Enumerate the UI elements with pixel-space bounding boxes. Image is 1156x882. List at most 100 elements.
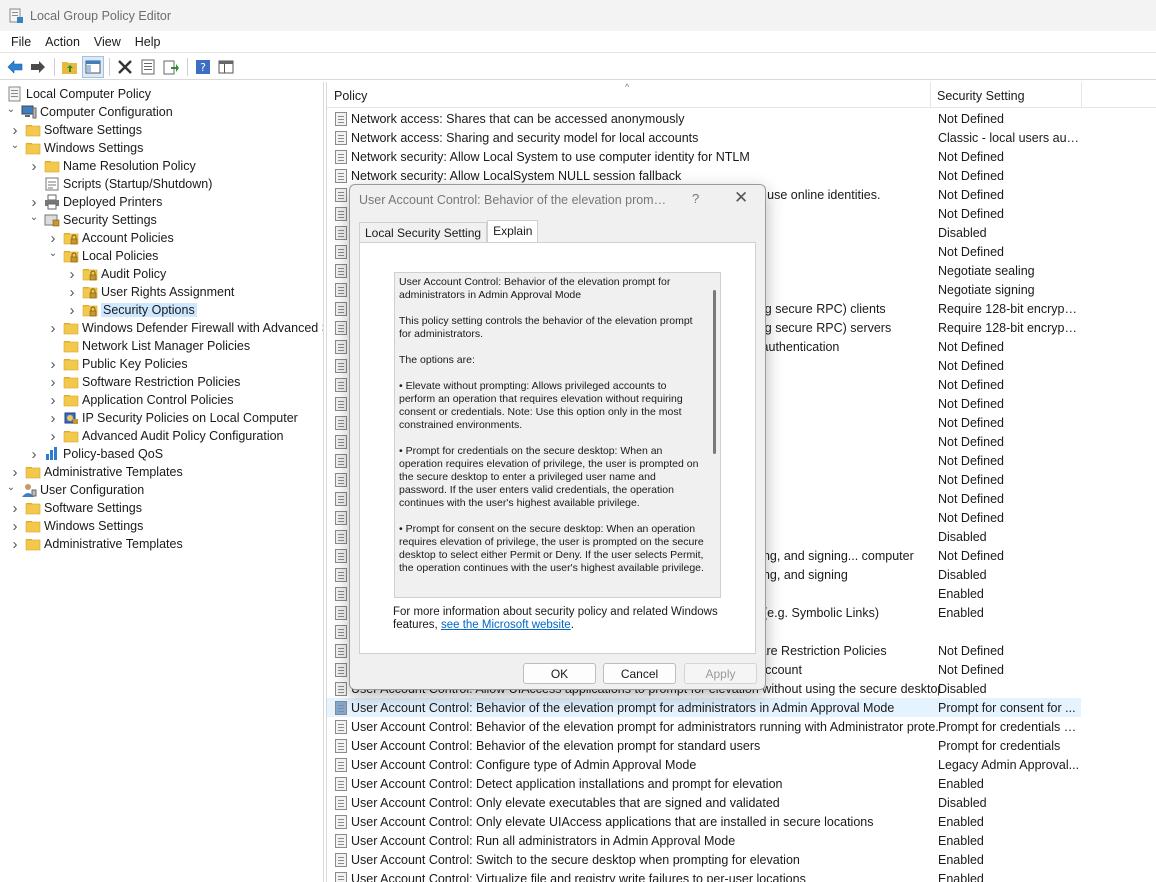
chevron-right-icon[interactable]: ›	[46, 428, 60, 445]
back-arrow-icon[interactable]	[4, 56, 26, 78]
tree-node[interactable]: › Administrative Templates	[8, 463, 183, 481]
menu-action[interactable]: Action	[38, 35, 87, 49]
tree-node[interactable]: › Policy-based QoS	[27, 445, 164, 463]
up-folder-icon[interactable]	[59, 56, 81, 78]
chevron-right-icon[interactable]: ›	[46, 320, 60, 337]
chevron-right-icon[interactable]: ›	[8, 122, 22, 139]
policy-row[interactable]: Network access: Shares that can be acces…	[327, 109, 1087, 128]
policy-row[interactable]: User Account Control: Only elevate execu…	[327, 793, 1087, 812]
export-list-icon[interactable]	[160, 56, 182, 78]
chevron-right-icon[interactable]: ›	[65, 266, 79, 283]
tree-node[interactable]: Network List Manager Policies	[46, 337, 250, 355]
tree-node[interactable]: › Windows Settings	[8, 517, 144, 535]
policy-row[interactable]: Network security: Allow Local System to …	[327, 147, 1087, 166]
tree-node[interactable]: › User Rights Assignment	[65, 283, 235, 301]
tree-node-label: Policy-based QoS	[63, 447, 164, 461]
tree-node[interactable]: › Deployed Printers	[27, 193, 163, 211]
close-icon[interactable]: ✕	[734, 188, 748, 208]
ok-button[interactable]: OK	[523, 663, 596, 684]
help-question-icon[interactable]: ?	[692, 191, 699, 206]
tab-local-security-setting[interactable]: Local Security Setting	[359, 222, 488, 242]
properties-icon[interactable]	[137, 56, 159, 78]
tree-node[interactable]: › Public Key Policies	[46, 355, 188, 373]
explain-text-box[interactable]: User Account Control: Behavior of the el…	[394, 272, 721, 598]
chevron-down-icon[interactable]: ⌄	[4, 480, 18, 494]
explain-scrollbar[interactable]	[713, 290, 716, 454]
tree-node-label: Security Settings	[63, 213, 157, 227]
extended-view-icon[interactable]	[215, 56, 237, 78]
chevron-right-icon[interactable]: ›	[65, 302, 79, 319]
policy-row[interactable]: User Account Control: Behavior of the el…	[327, 717, 1087, 736]
tree-node[interactable]: › IP Security Policies on Local Computer	[46, 409, 298, 427]
policy-setting-icon	[335, 453, 347, 468]
chevron-right-icon[interactable]: ›	[8, 536, 22, 553]
tree-node[interactable]: › Audit Policy	[65, 265, 167, 283]
policy-name: User Account Control: Behavior of the el…	[351, 738, 761, 753]
tree-node[interactable]: › Name Resolution Policy	[27, 157, 196, 175]
policy-row[interactable]: User Account Control: Virtualize file an…	[327, 869, 1087, 882]
chevron-right-icon[interactable]: ›	[8, 464, 22, 481]
policy-setting-icon	[335, 814, 347, 829]
dialog-title-bar[interactable]: User Account Control: Behavior of the el…	[350, 185, 765, 216]
tree-node[interactable]: ⌄ Windows Settings	[8, 138, 144, 157]
tree-node[interactable]: › Windows Defender Firewall with Advanced…	[46, 319, 324, 337]
column-separator[interactable]	[930, 82, 931, 108]
menu-help[interactable]: Help	[128, 35, 168, 49]
column-separator[interactable]	[1081, 82, 1082, 108]
chevron-down-icon[interactable]: ⌄	[8, 138, 22, 152]
policy-row[interactable]: User Account Control: Switch to the secu…	[327, 850, 1087, 869]
chevron-right-icon[interactable]: ›	[46, 374, 60, 391]
chevron-right-icon[interactable]: ›	[27, 158, 41, 175]
tree-node[interactable]: ⌄ Local Policies	[46, 246, 159, 265]
tree-node[interactable]: Scripts (Startup/Shutdown)	[27, 175, 212, 193]
policy-row[interactable]: User Account Control: Only elevate UIAcc…	[327, 812, 1087, 831]
chevron-right-icon[interactable]: ›	[46, 410, 60, 427]
tree-node-label: Software Restriction Policies	[82, 375, 241, 389]
cancel-button[interactable]: Cancel	[603, 663, 676, 684]
menu-file[interactable]: File	[4, 35, 38, 49]
policy-row[interactable]: User Account Control: Run all administra…	[327, 831, 1087, 850]
folder-icon	[63, 356, 79, 372]
chevron-right-icon[interactable]: ›	[46, 392, 60, 409]
chevron-right-icon[interactable]: ›	[46, 356, 60, 373]
show-hide-tree-icon[interactable]	[82, 55, 104, 78]
help-icon[interactable]: ?	[192, 56, 214, 78]
tree-node[interactable]: › Administrative Templates	[8, 535, 183, 553]
policy-row[interactable]: Network security: Allow LocalSystem NULL…	[327, 166, 1087, 185]
chevron-right-icon[interactable]: ›	[65, 284, 79, 301]
tree-node[interactable]: › Software Settings	[8, 121, 142, 139]
column-header-policy[interactable]: Policy	[334, 89, 367, 103]
tree-node[interactable]: ⌄ Security Settings	[27, 211, 157, 229]
tree-node[interactable]: Local Computer Policy	[4, 85, 151, 103]
column-header-security-setting[interactable]: Security Setting	[937, 89, 1025, 103]
chevron-down-icon[interactable]: ⌄	[46, 246, 60, 260]
tree-node[interactable]: › Account Policies	[46, 229, 174, 247]
tree-node[interactable]: ⌄ User Configuration	[4, 481, 144, 499]
tree-node[interactable]: ⌄ Computer Configuration	[4, 103, 173, 121]
policy-row[interactable]: User Account Control: Configure type of …	[327, 755, 1087, 774]
policy-security-setting: Negotiate sealing	[938, 263, 1035, 278]
tree-node[interactable]: › Application Control Policies	[46, 391, 234, 409]
chevron-down-icon[interactable]: ⌄	[27, 210, 41, 224]
tree-node[interactable]: › Software Restriction Policies	[46, 373, 241, 391]
more-info-text: For more information about security poli…	[393, 606, 723, 632]
policy-row[interactable]: Network access: Sharing and security mod…	[327, 128, 1087, 147]
apply-button[interactable]: Apply	[684, 663, 757, 684]
chevron-right-icon[interactable]: ›	[46, 230, 60, 247]
tree-node[interactable]: › Security Options	[65, 301, 197, 319]
policy-row[interactable]: User Account Control: Behavior of the el…	[327, 698, 1081, 717]
delete-icon[interactable]	[114, 56, 136, 78]
chevron-right-icon[interactable]: ›	[27, 446, 41, 463]
policy-row[interactable]: User Account Control: Behavior of the el…	[327, 736, 1087, 755]
tab-explain[interactable]: Explain	[487, 220, 539, 242]
chevron-down-icon[interactable]: ⌄	[4, 102, 18, 116]
tree-node[interactable]: › Software Settings	[8, 499, 142, 517]
chevron-right-icon[interactable]: ›	[27, 194, 41, 211]
policy-row[interactable]: User Account Control: Detect application…	[327, 774, 1087, 793]
chevron-right-icon[interactable]: ›	[8, 518, 22, 535]
menu-view[interactable]: View	[87, 35, 128, 49]
chevron-right-icon[interactable]: ›	[8, 500, 22, 517]
tree-node[interactable]: › Advanced Audit Policy Configuration	[46, 427, 284, 445]
forward-arrow-icon[interactable]	[27, 56, 49, 78]
microsoft-website-link[interactable]: see the Microsoft website	[441, 619, 571, 631]
